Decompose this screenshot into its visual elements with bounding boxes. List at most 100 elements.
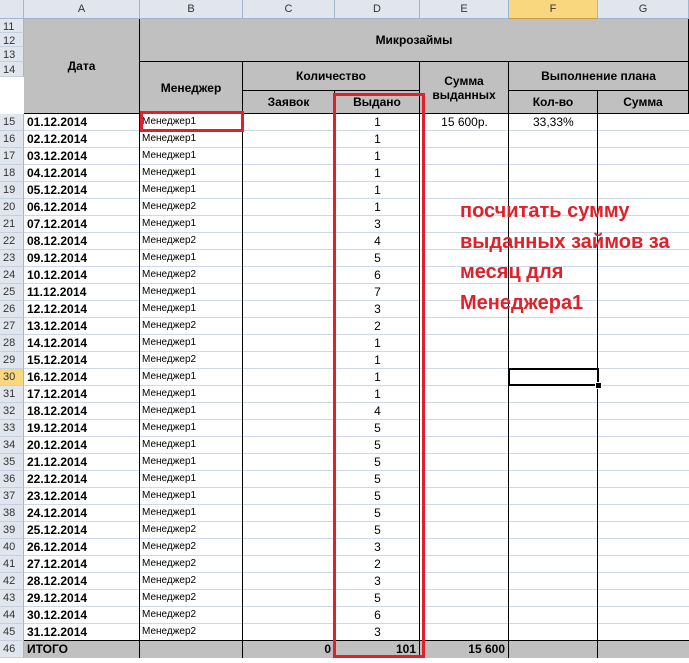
date-cell[interactable]: 24.12.2014 [24, 505, 140, 522]
manager-cell[interactable]: Менеджер1 [140, 216, 243, 233]
applications-cell[interactable] [243, 437, 335, 454]
date-cell[interactable]: 30.12.2014 [24, 607, 140, 624]
plan-sum-cell[interactable] [598, 148, 689, 165]
row-header-17[interactable]: 17 [0, 148, 24, 165]
plan-sum-cell[interactable] [598, 590, 689, 607]
row-header-18[interactable]: 18 [0, 165, 24, 182]
manager-cell[interactable]: Менеджер1 [140, 182, 243, 199]
applications-cell[interactable] [243, 233, 335, 250]
date-cell[interactable]: 10.12.2014 [24, 267, 140, 284]
plan-sum-cell[interactable] [598, 403, 689, 420]
manager-cell[interactable]: Менеджер2 [140, 573, 243, 590]
applications-cell[interactable] [243, 590, 335, 607]
column-header-g[interactable]: G [598, 0, 689, 19]
manager-cell[interactable]: Менеджер2 [140, 233, 243, 250]
manager-cell[interactable]: Менеджер2 [140, 267, 243, 284]
select-all-corner[interactable] [0, 0, 24, 19]
column-header-d[interactable]: D [335, 0, 420, 19]
applications-cell[interactable] [243, 352, 335, 369]
plan-sum-cell[interactable] [598, 386, 689, 403]
plan-sum-cell[interactable] [598, 318, 689, 335]
date-cell[interactable]: 19.12.2014 [24, 420, 140, 437]
manager-cell[interactable]: Менеджер1 [140, 437, 243, 454]
plan-count-cell[interactable]: 33,33% [509, 114, 598, 131]
date-cell[interactable]: 28.12.2014 [24, 573, 140, 590]
manager-cell[interactable]: Менеджер2 [140, 539, 243, 556]
spreadsheet[interactable]: A B C D E F G 11 12 13 14 Дата Микрозаймы Менеджер Кол… [0, 0, 689, 663]
row-header-22[interactable]: 22 [0, 233, 24, 250]
manager-cell[interactable]: Менеджер2 [140, 607, 243, 624]
sum-issued-cell[interactable] [420, 590, 509, 607]
row-header-24[interactable]: 24 [0, 267, 24, 284]
date-cell[interactable]: 05.12.2014 [24, 182, 140, 199]
plan-count-cell[interactable] [509, 403, 598, 420]
plan-sum-cell[interactable] [598, 573, 689, 590]
applications-cell[interactable] [243, 386, 335, 403]
date-cell[interactable]: 13.12.2014 [24, 318, 140, 335]
date-cell[interactable]: 27.12.2014 [24, 556, 140, 573]
row-header-23[interactable]: 23 [0, 250, 24, 267]
plan-count-cell[interactable] [509, 573, 598, 590]
applications-cell[interactable] [243, 199, 335, 216]
date-cell[interactable]: 12.12.2014 [24, 301, 140, 318]
sum-issued-cell[interactable] [420, 488, 509, 505]
sum-issued-cell[interactable] [420, 556, 509, 573]
sum-issued-cell[interactable] [420, 403, 509, 420]
manager-cell[interactable]: Менеджер1 [140, 165, 243, 182]
applications-cell[interactable] [243, 505, 335, 522]
manager-cell[interactable]: Менеджер2 [140, 318, 243, 335]
row-header-27[interactable]: 27 [0, 318, 24, 335]
row-header-36[interactable]: 36 [0, 471, 24, 488]
date-cell[interactable]: 07.12.2014 [24, 216, 140, 233]
sum-issued-cell[interactable]: 15 600р. [420, 114, 509, 131]
column-header-e[interactable]: E [420, 0, 509, 19]
applications-cell[interactable] [243, 318, 335, 335]
manager-cell[interactable]: Менеджер2 [140, 556, 243, 573]
manager-cell[interactable]: Менеджер2 [140, 624, 243, 641]
plan-count-cell[interactable] [509, 352, 598, 369]
date-cell[interactable]: 21.12.2014 [24, 454, 140, 471]
row-header-19[interactable]: 19 [0, 182, 24, 199]
row-header-20[interactable]: 20 [0, 199, 24, 216]
sum-issued-cell[interactable] [420, 539, 509, 556]
row-header-30[interactable]: 30 [0, 369, 24, 386]
row-header-33[interactable]: 33 [0, 420, 24, 437]
sum-issued-cell[interactable] [420, 607, 509, 624]
date-cell[interactable]: 08.12.2014 [24, 233, 140, 250]
plan-count-cell[interactable] [509, 386, 598, 403]
plan-count-cell[interactable] [509, 624, 598, 641]
plan-count-cell[interactable] [509, 471, 598, 488]
date-cell[interactable]: 26.12.2014 [24, 539, 140, 556]
plan-count-cell[interactable] [509, 454, 598, 471]
plan-sum-cell[interactable] [598, 114, 689, 131]
sum-issued-cell[interactable] [420, 454, 509, 471]
date-cell[interactable]: 25.12.2014 [24, 522, 140, 539]
manager-cell[interactable]: Менеджер1 [140, 335, 243, 352]
column-header-b[interactable]: B [140, 0, 243, 19]
plan-sum-cell[interactable] [598, 352, 689, 369]
manager-cell[interactable]: Менеджер1 [140, 369, 243, 386]
row-header-38[interactable]: 38 [0, 505, 24, 522]
sum-issued-cell[interactable] [420, 437, 509, 454]
applications-cell[interactable] [243, 488, 335, 505]
plan-count-cell[interactable] [509, 539, 598, 556]
sum-issued-cell[interactable] [420, 165, 509, 182]
date-cell[interactable]: 01.12.2014 [24, 114, 140, 131]
row-header-37[interactable]: 37 [0, 488, 24, 505]
date-cell[interactable]: 09.12.2014 [24, 250, 140, 267]
row-header-26[interactable]: 26 [0, 301, 24, 318]
date-cell[interactable]: 23.12.2014 [24, 488, 140, 505]
row-header-42[interactable]: 42 [0, 573, 24, 590]
date-cell[interactable]: 29.12.2014 [24, 590, 140, 607]
applications-cell[interactable] [243, 369, 335, 386]
row-header-15[interactable]: 15 [0, 114, 24, 131]
manager-cell[interactable]: Менеджер1 [140, 131, 243, 148]
plan-sum-cell[interactable] [598, 369, 689, 386]
sum-issued-cell[interactable] [420, 420, 509, 437]
sum-issued-cell[interactable] [420, 131, 509, 148]
applications-cell[interactable] [243, 165, 335, 182]
date-cell[interactable]: 18.12.2014 [24, 403, 140, 420]
applications-cell[interactable] [243, 471, 335, 488]
fill-handle[interactable] [595, 382, 602, 389]
row-header-35[interactable]: 35 [0, 454, 24, 471]
